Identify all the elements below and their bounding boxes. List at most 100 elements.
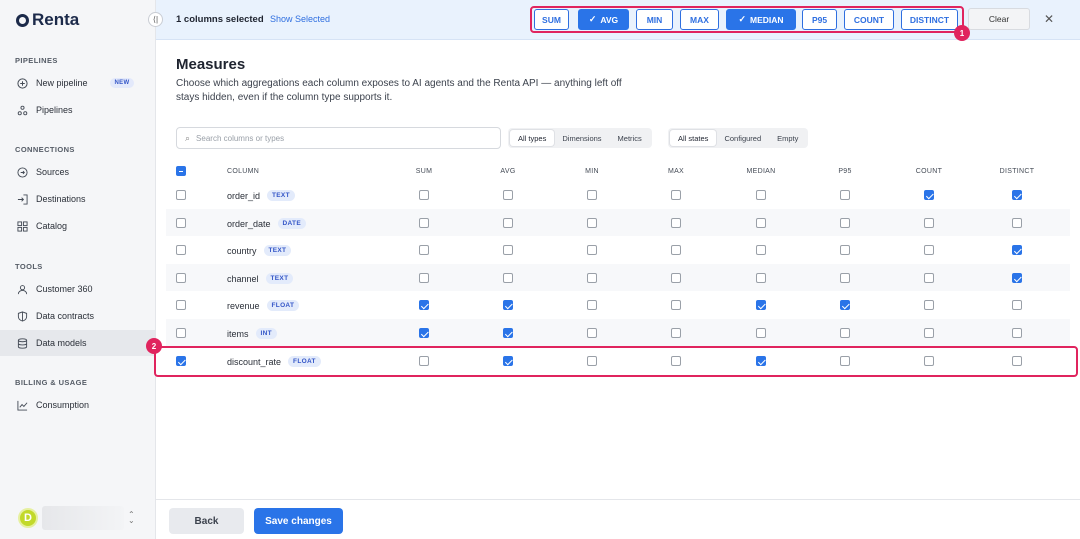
row-select-checkbox[interactable] [176,245,186,255]
sidebar-item-consumption[interactable]: Consumption [0,392,155,418]
measure-checkbox-distinct[interactable] [1012,328,1022,338]
row-select-checkbox[interactable] [176,190,186,200]
measure-checkbox-min[interactable] [587,190,597,200]
measure-checkbox-p95[interactable] [840,356,850,366]
filter-all-states[interactable]: All states [670,130,717,146]
measure-checkbox-p95[interactable] [840,190,850,200]
measure-checkbox-sum[interactable] [419,328,429,338]
agg-toggle-min[interactable]: MIN [636,9,673,30]
measure-checkbox-p95[interactable] [840,300,850,310]
measure-checkbox-count[interactable] [924,218,934,228]
measure-checkbox-min[interactable] [587,356,597,366]
measure-checkbox-max[interactable] [671,328,681,338]
measure-checkbox-median[interactable] [756,356,766,366]
measure-checkbox-p95[interactable] [840,218,850,228]
measure-checkbox-avg[interactable] [503,190,513,200]
close-icon[interactable]: ✕ [1044,12,1054,26]
measure-checkbox-avg[interactable] [503,245,513,255]
measure-checkbox-min[interactable] [587,218,597,228]
filter-empty[interactable]: Empty [769,130,806,146]
search-input[interactable] [196,133,477,143]
measure-checkbox-avg[interactable] [503,328,513,338]
measure-checkbox-sum[interactable] [419,273,429,283]
measure-checkbox-p95[interactable] [840,328,850,338]
sidebar-item-sources[interactable]: Sources [0,159,155,185]
row-select-checkbox[interactable] [176,273,186,283]
measure-checkbox-sum[interactable] [419,356,429,366]
measure-checkbox-median[interactable] [756,300,766,310]
show-selected-link[interactable]: Show Selected [270,14,330,24]
measure-checkbox-max[interactable] [671,190,681,200]
measure-checkbox-distinct[interactable] [1012,218,1022,228]
sidebar-item-data-contracts[interactable]: Data contracts [0,303,155,329]
select-all-checkbox[interactable] [176,166,186,176]
measure-checkbox-avg[interactable] [503,300,513,310]
measure-checkbox-max[interactable] [671,300,681,310]
measure-checkbox-distinct[interactable] [1012,356,1022,366]
measure-checkbox-median[interactable] [756,273,766,283]
measure-checkbox-count[interactable] [924,356,934,366]
sidebar-item-catalog[interactable]: Catalog [0,213,155,239]
measure-checkbox-sum[interactable] [419,218,429,228]
save-changes-button[interactable]: Save changes [254,508,343,534]
measure-checkbox-median[interactable] [756,245,766,255]
measure-checkbox-min[interactable] [587,273,597,283]
measure-checkbox-median[interactable] [756,328,766,338]
sidebar-item-new-pipeline[interactable]: New pipeline NEW [0,70,155,96]
measure-checkbox-count[interactable] [924,273,934,283]
chevron-updown-icon: ⌃ ⌄ [128,510,135,525]
user-menu[interactable]: D ⌃ ⌄ [18,506,135,530]
measure-checkbox-min[interactable] [587,328,597,338]
agg-toggle-count[interactable]: COUNT [844,9,894,30]
search-field[interactable]: ⌕ [176,127,501,149]
sidebar-item-customer-360[interactable]: Customer 360 [0,276,155,302]
measure-checkbox-avg[interactable] [503,218,513,228]
measure-checkbox-max[interactable] [671,218,681,228]
measure-checkbox-distinct[interactable] [1012,273,1022,283]
column-header-column: COLUMN [227,168,260,175]
measure-checkbox-avg[interactable] [503,273,513,283]
filter-metrics[interactable]: Metrics [610,130,650,146]
filter-dimensions[interactable]: Dimensions [554,130,609,146]
collapse-sidebar-button[interactable]: ⟨| [148,12,163,27]
nav-section-label: PIPELINES [15,56,58,65]
agg-toggle-max[interactable]: MAX [680,9,719,30]
measure-checkbox-distinct[interactable] [1012,190,1022,200]
row-select-checkbox[interactable] [176,218,186,228]
measure-checkbox-max[interactable] [671,245,681,255]
measure-checkbox-min[interactable] [587,300,597,310]
measure-checkbox-median[interactable] [756,218,766,228]
measure-checkbox-count[interactable] [924,245,934,255]
measure-checkbox-p95[interactable] [840,273,850,283]
agg-toggle-p95[interactable]: P95 [802,9,837,30]
measure-checkbox-max[interactable] [671,356,681,366]
row-select-checkbox[interactable] [176,356,186,366]
measure-checkbox-sum[interactable] [419,190,429,200]
measure-checkbox-max[interactable] [671,273,681,283]
agg-toggle-median[interactable]: ✓ MEDIAN [726,9,796,30]
clear-button[interactable]: Clear [968,8,1030,30]
agg-toggle-avg[interactable]: ✓ AVG [578,9,629,30]
measure-checkbox-distinct[interactable] [1012,300,1022,310]
measure-checkbox-median[interactable] [756,190,766,200]
row-select-checkbox[interactable] [176,328,186,338]
measure-checkbox-sum[interactable] [419,245,429,255]
agg-toggle-distinct[interactable]: DISTINCT [901,9,958,30]
measure-checkbox-distinct[interactable] [1012,245,1022,255]
sidebar-item-destinations[interactable]: Destinations [0,186,155,212]
measure-checkbox-count[interactable] [924,300,934,310]
filter-all-types[interactable]: All types [510,130,555,146]
sidebar-item-pipelines[interactable]: Pipelines [0,97,155,123]
renta-logo[interactable]: Renta [16,10,79,30]
sidebar-item-data-models[interactable]: Data models [0,330,155,356]
measure-checkbox-sum[interactable] [419,300,429,310]
measure-checkbox-avg[interactable] [503,356,513,366]
agg-toggle-sum[interactable]: SUM [534,9,569,30]
row-select-checkbox[interactable] [176,300,186,310]
back-button[interactable]: Back [169,508,244,534]
measure-checkbox-count[interactable] [924,328,934,338]
measure-checkbox-min[interactable] [587,245,597,255]
measure-checkbox-count[interactable] [924,190,934,200]
filter-configured[interactable]: Configured [716,130,769,146]
measure-checkbox-p95[interactable] [840,245,850,255]
